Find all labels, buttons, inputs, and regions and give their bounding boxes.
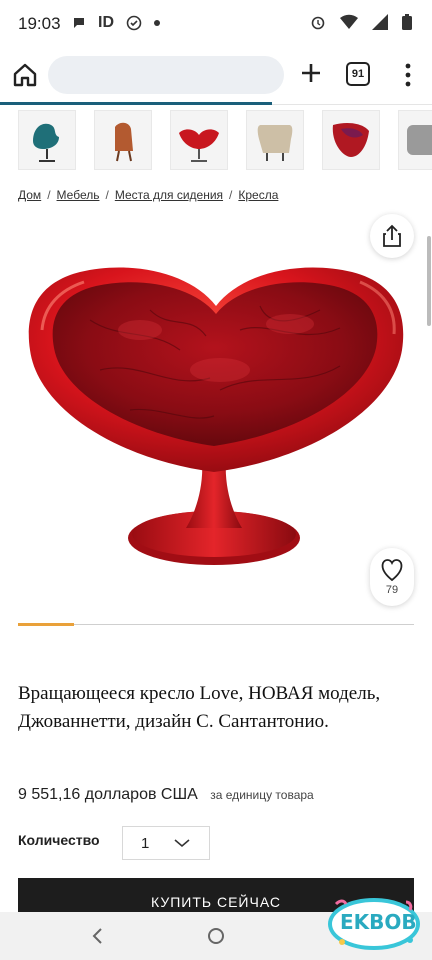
breadcrumb-seating[interactable]: Места для сидения — [115, 188, 223, 202]
product-price: 9 551,16 долларов США — [18, 786, 198, 803]
thumb-teal-swan-chair[interactable] — [18, 110, 76, 170]
product-image[interactable] — [0, 210, 432, 610]
id-icon: ID — [98, 14, 114, 31]
thumb-beige-chair[interactable] — [246, 110, 304, 170]
thumb-red-shell-chair[interactable] — [322, 110, 380, 170]
heart-icon — [381, 559, 403, 582]
new-tab-plus-icon[interactable] — [296, 58, 326, 88]
price-per-unit: за единицу товара — [210, 788, 314, 802]
share-icon — [383, 224, 401, 247]
chevron-down-icon — [174, 839, 190, 848]
thumb-grey-chair[interactable] — [398, 110, 432, 170]
menu-icon[interactable] — [398, 60, 418, 90]
alarm-icon — [311, 16, 325, 30]
dot-icon — [154, 20, 160, 26]
ekbob-watermark-logo: EKBOB — [322, 892, 422, 952]
check-circle-icon — [126, 15, 142, 31]
page-scrollbar[interactable] — [427, 236, 431, 326]
battery-icon — [402, 14, 412, 30]
status-time: 19:03 — [18, 14, 61, 33]
breadcrumb-home[interactable]: Дом — [18, 188, 41, 202]
breadcrumb-furniture[interactable]: Мебель — [57, 188, 100, 202]
product-title: Вращающееся кресло Love, НОВАЯ модель, Д… — [18, 683, 381, 732]
tab-switcher-button[interactable]: 91 — [346, 62, 370, 86]
quantity-label: Количество — [18, 832, 100, 848]
gallery-track — [18, 624, 414, 625]
breadcrumb-armchairs[interactable]: Кресла — [238, 188, 278, 202]
status-left-icons: ID — [72, 14, 160, 32]
status-bar: 19:03 ID — [0, 0, 432, 48]
share-button[interactable] — [370, 214, 414, 258]
favorites-count: 79 — [385, 584, 399, 596]
message-icon — [74, 18, 84, 28]
url-bar[interactable] — [48, 56, 284, 94]
browser-toolbar: 91 — [0, 48, 432, 105]
nav-home-icon[interactable] — [206, 926, 226, 946]
wifi-icon — [340, 14, 358, 29]
quantity-select[interactable]: 1 — [122, 826, 210, 860]
thumb-brown-chair[interactable] — [94, 110, 152, 170]
thumb-red-swivel-chair[interactable] — [170, 110, 228, 170]
ekbob-watermark-text: EKBOB — [340, 910, 417, 934]
product-thumbnails — [0, 106, 432, 172]
status-right-icons — [310, 14, 412, 30]
price-row: 9 551,16 долларов США за единицу товара — [18, 786, 314, 804]
home-icon[interactable] — [12, 62, 38, 88]
signal-icon — [372, 14, 388, 30]
gallery-active-indicator — [18, 623, 74, 626]
quantity-value: 1 — [141, 835, 150, 852]
page-load-progress — [0, 102, 272, 105]
breadcrumb: Дом / Мебель / Места для сидения / Кресла — [18, 188, 279, 202]
back-icon[interactable] — [88, 926, 108, 946]
favorite-button[interactable]: 79 — [370, 548, 414, 606]
